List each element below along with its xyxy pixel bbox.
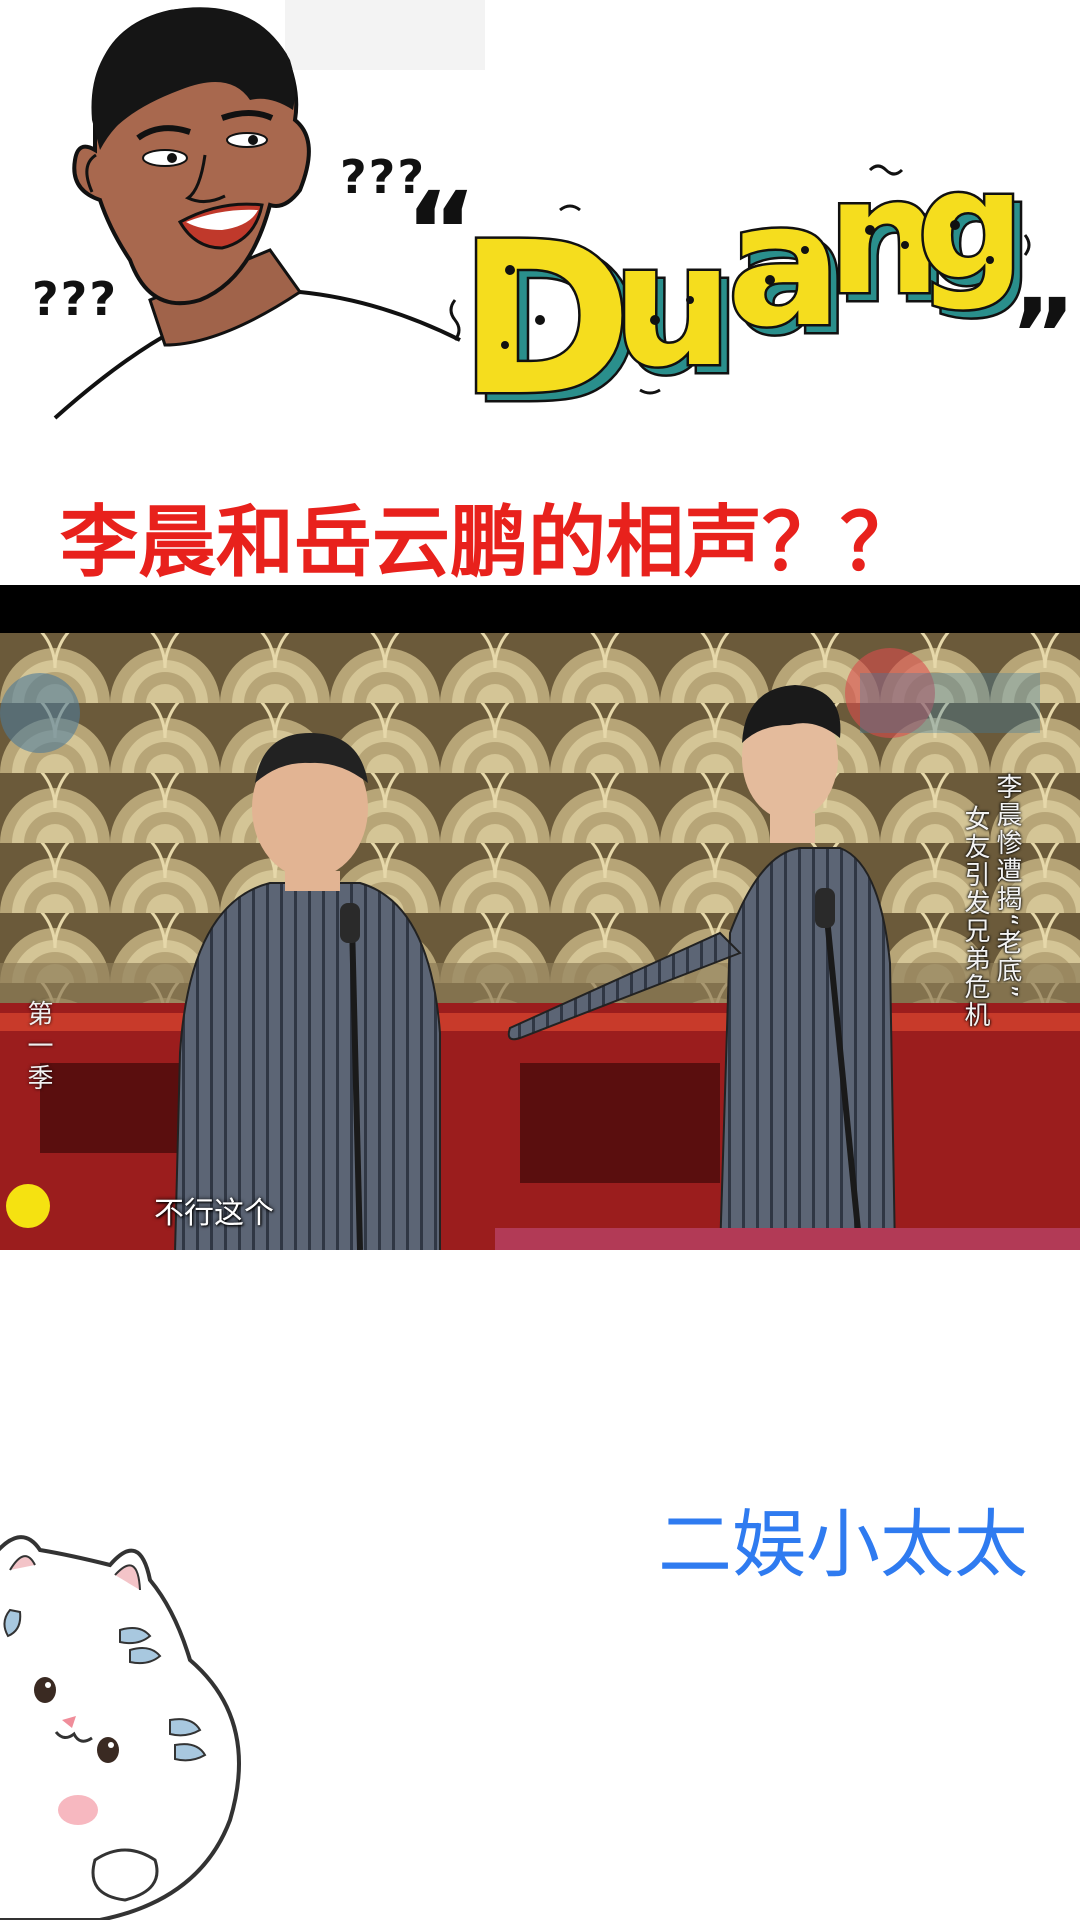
cat-sticker [0,1520,260,1920]
svg-text:D: D [458,197,632,430]
question-marks-top: ??? [340,150,427,204]
svg-text:g: g [917,139,1024,313]
season-label: 第一季 [23,1000,53,1096]
side-caption-line1: 李晨惨遭揭“老底” [992,773,1022,1000]
video-subtitle: 不行这个 [154,1196,274,1231]
video-player[interactable]: 李晨惨遭揭“老底” 女友引发兄弟危机 [0,585,1080,1250]
crosstalk-stage-scene [0,633,1080,1250]
author-watermark: 二娱小太太 [658,1502,1028,1588]
svg-text:a: a [727,167,842,365]
white-cat-sticker-icon [0,1535,241,1920]
video-title: 李晨和岳云鹏的相声？？ [60,498,919,588]
meme-banner: “ ” D D u u a a n n g g ??? ??? [0,0,1080,430]
question-marks-left: ??? [32,272,119,326]
video-frame[interactable] [0,633,1080,1250]
confused-man-meme-icon: “ ” D D u u a a n n g g [53,0,1076,430]
svg-text:u: u [612,207,733,405]
side-caption-line2: 女友引发兄弟危机 [960,805,990,1029]
page: “ ” D D u u a a n n g g ??? ??? 李晨和岳云鹏的相… [0,0,1080,1920]
